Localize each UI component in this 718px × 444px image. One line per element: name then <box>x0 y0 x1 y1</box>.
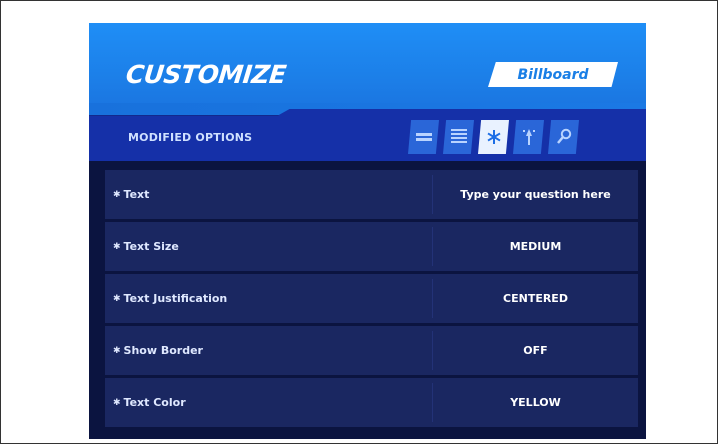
option-label: Text Color <box>123 396 186 409</box>
modified-star-icon: ✱ <box>113 345 121 356</box>
search-icon <box>556 128 571 144</box>
equals-icon <box>415 133 432 141</box>
tab-search[interactable] <box>548 120 579 154</box>
item-name-badge: Billboard <box>488 62 618 87</box>
option-label: Text <box>123 188 150 201</box>
option-label: Show Border <box>123 344 203 357</box>
tab-list[interactable] <box>443 120 474 154</box>
option-value[interactable]: MEDIUM <box>433 222 638 271</box>
modified-star-icon: ✱ <box>113 397 121 408</box>
customize-panel: CUSTOMIZE Billboard MODIFIED OPTIONS ✱ T… <box>89 23 646 439</box>
options-list: ✱ Text Type your question here ✱ Text Size… <box>105 170 638 430</box>
option-row-text-color[interactable]: ✱ Text Color YELLOW <box>105 378 638 427</box>
page-title: CUSTOMIZE <box>124 60 288 89</box>
list-icon <box>450 129 467 143</box>
modified-options-label: MODIFIED OPTIONS <box>128 131 253 144</box>
option-value[interactable]: OFF <box>433 326 638 375</box>
tree-icon <box>522 129 535 145</box>
option-value[interactable]: CENTERED <box>433 274 638 323</box>
asterisk-icon <box>487 130 500 144</box>
option-row-text-justification[interactable]: ✱ Text Justification CENTERED <box>105 274 638 323</box>
option-value[interactable]: YELLOW <box>433 378 638 427</box>
category-tabs <box>408 120 579 156</box>
option-label: Text Size <box>123 240 179 253</box>
option-row-text[interactable]: ✱ Text Type your question here <box>105 170 638 219</box>
tab-modified[interactable] <box>478 120 509 154</box>
option-label: Text Justification <box>123 292 228 305</box>
option-row-text-size[interactable]: ✱ Text Size MEDIUM <box>105 222 638 271</box>
tab-equals[interactable] <box>408 120 439 154</box>
item-name-label: Billboard <box>517 66 589 83</box>
modified-star-icon: ✱ <box>113 189 121 200</box>
tab-tree[interactable] <box>513 120 544 154</box>
modified-star-icon: ✱ <box>113 293 121 304</box>
option-value[interactable]: Type your question here <box>433 170 638 219</box>
modified-star-icon: ✱ <box>113 241 121 252</box>
option-row-show-border[interactable]: ✱ Show Border OFF <box>105 326 638 375</box>
